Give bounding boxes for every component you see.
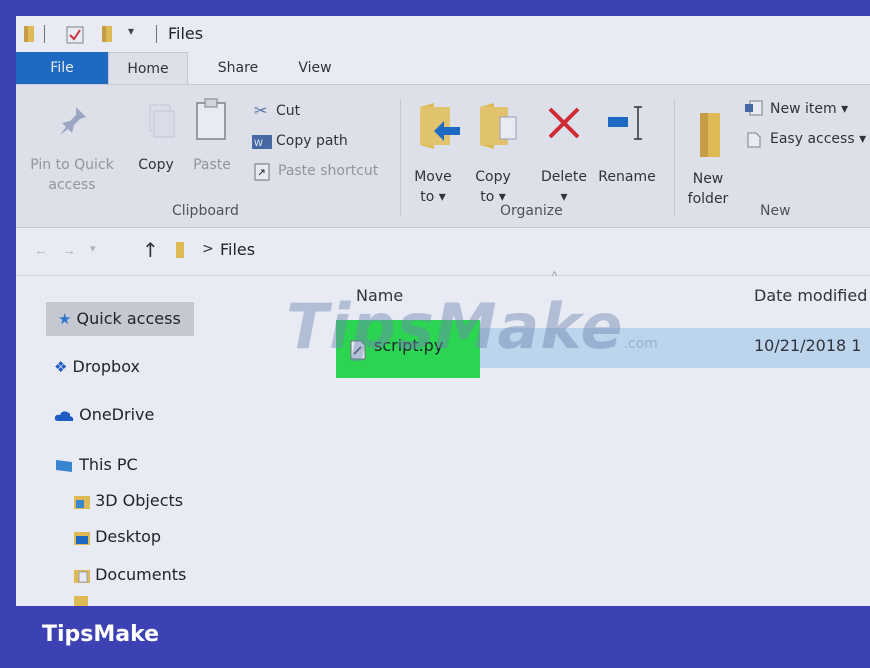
navigation-pane: ★ Quick access ❖ Dropbox OneDrive This P… [16,276,320,606]
folder-icon [24,26,34,42]
desktop-folder-icon [74,531,90,545]
delete-button[interactable]: Delete ▾ [538,167,590,207]
new-folder-button[interactable]: New folder [684,169,732,209]
sidebar-item-dropbox[interactable]: ❖ Dropbox [54,350,140,384]
copy-to-label-line1: Copy [475,169,511,185]
rename-button[interactable]: Rename [596,167,658,187]
pin-to-quick-access-button[interactable]: Pin to Quick access [16,155,128,195]
sidebar-item-3d-objects[interactable]: 3D Objects [74,484,183,518]
properties-icon[interactable] [66,26,84,44]
sidebar-item-label: OneDrive [79,405,155,424]
title-bar: ▾ Files [16,16,870,52]
file-date-modified: 10/21/2018 1 [754,336,862,355]
delete-label-line1: Delete [541,169,587,185]
up-arrow-icon[interactable]: ↑ [142,238,159,262]
window-title: Files [168,24,204,43]
new-group-label: New [760,203,791,219]
folder-icon [176,242,184,258]
sidebar-item-quick-access[interactable]: ★ Quick access [46,302,194,336]
move-to-label-line1: Move [414,169,452,185]
copy-to-icon [480,103,517,149]
cut-button[interactable]: Cut [276,101,300,121]
file-explorer-window: ▾ Files File Home Share View Pin to Quic… [16,16,870,606]
easy-access-icon [747,132,761,148]
dropbox-icon: ❖ [54,358,68,376]
path-separator: > [202,241,214,257]
cube-folder-icon [74,495,90,509]
column-header-date-modified[interactable]: Date modified [754,286,867,305]
documents-folder-icon [74,569,90,583]
tab-file[interactable]: File [16,52,108,84]
paste-button[interactable]: Paste [188,155,236,175]
sort-ascending-icon: ^ [552,270,558,282]
separator [156,25,157,43]
footer-brand: TipsMake [42,622,160,647]
column-header-name[interactable]: Name [356,286,403,305]
separator [44,25,45,43]
new-item-icon [745,100,763,116]
ribbon: Pin to Quick access Copy Paste ✂ Cut W C… [16,84,870,228]
tab-view[interactable]: View [278,52,352,84]
ribbon-separator [400,99,401,217]
rename-icon [608,106,642,140]
ribbon-separator [674,99,675,217]
recent-dropdown-icon[interactable]: ▾ [90,242,96,255]
sidebar-item-label: This PC [79,455,138,474]
copy-icon [149,104,175,138]
customize-toolbar-dropdown-icon[interactable]: ▾ [128,24,134,38]
new-folder-label-line2: folder [687,191,729,207]
copy-path-icon: W [252,135,272,149]
new-item-button[interactable]: New item ▾ [770,99,848,119]
sidebar-item-onedrive[interactable]: OneDrive [54,398,154,432]
address-bar: ← → ▾ ↑ > Files [16,228,870,276]
pin-label-line1: Pin to Quick [30,157,114,173]
back-arrow-icon[interactable]: ← [34,242,48,258]
file-list-pane: ^ Name Date modified script.py 10/21/201… [320,270,870,606]
sidebar-item-label: 3D Objects [95,491,184,510]
file-name[interactable]: script.py [374,336,443,355]
copy-to-button[interactable]: Copy to ▾ [468,167,518,207]
move-to-label-line2: to ▾ [420,189,446,205]
move-to-icon [420,103,460,149]
sidebar-item-documents[interactable]: Documents [74,558,186,592]
sidebar-item-partial [74,596,194,606]
move-to-button[interactable]: Move to ▾ [408,167,458,207]
easy-access-button[interactable]: Easy access ▾ [770,129,866,149]
svg-text:W: W [254,139,263,149]
tab-home[interactable]: Home [108,52,188,84]
star-icon: ★ [58,310,72,328]
ribbon-tabs: File Home Share View [16,52,870,84]
copy-button[interactable]: Copy [130,155,182,175]
copy-path-button[interactable]: Copy path [276,131,348,151]
new-folder-icon[interactable] [102,26,112,42]
sidebar-item-label: Quick access [76,309,181,328]
python-file-icon [350,340,366,360]
sidebar-item-label: Documents [95,565,187,584]
paste-shortcut-icon [254,163,270,181]
paste-icon [196,98,226,140]
pin-icon [60,107,86,135]
clipboard-group-label: Clipboard [172,203,239,219]
forward-arrow-icon[interactable]: → [62,242,76,258]
computer-icon [56,459,72,472]
cloud-icon [54,410,74,421]
tab-share[interactable]: Share [198,52,278,84]
scissors-icon: ✂ [254,103,268,120]
organize-group-label: Organize [500,203,563,219]
sidebar-item-label: Dropbox [72,357,140,376]
sidebar-item-label: Desktop [95,527,162,546]
sidebar-item-this-pc[interactable]: This PC [54,448,138,482]
paste-shortcut-button[interactable]: Paste shortcut [278,161,378,181]
delete-icon [548,107,580,139]
new-folder-icon [700,113,720,157]
pin-label-line2: access [48,177,96,193]
new-folder-label-line1: New [692,171,724,187]
sidebar-item-desktop[interactable]: Desktop [74,520,161,554]
breadcrumb-files[interactable]: Files [220,240,255,259]
